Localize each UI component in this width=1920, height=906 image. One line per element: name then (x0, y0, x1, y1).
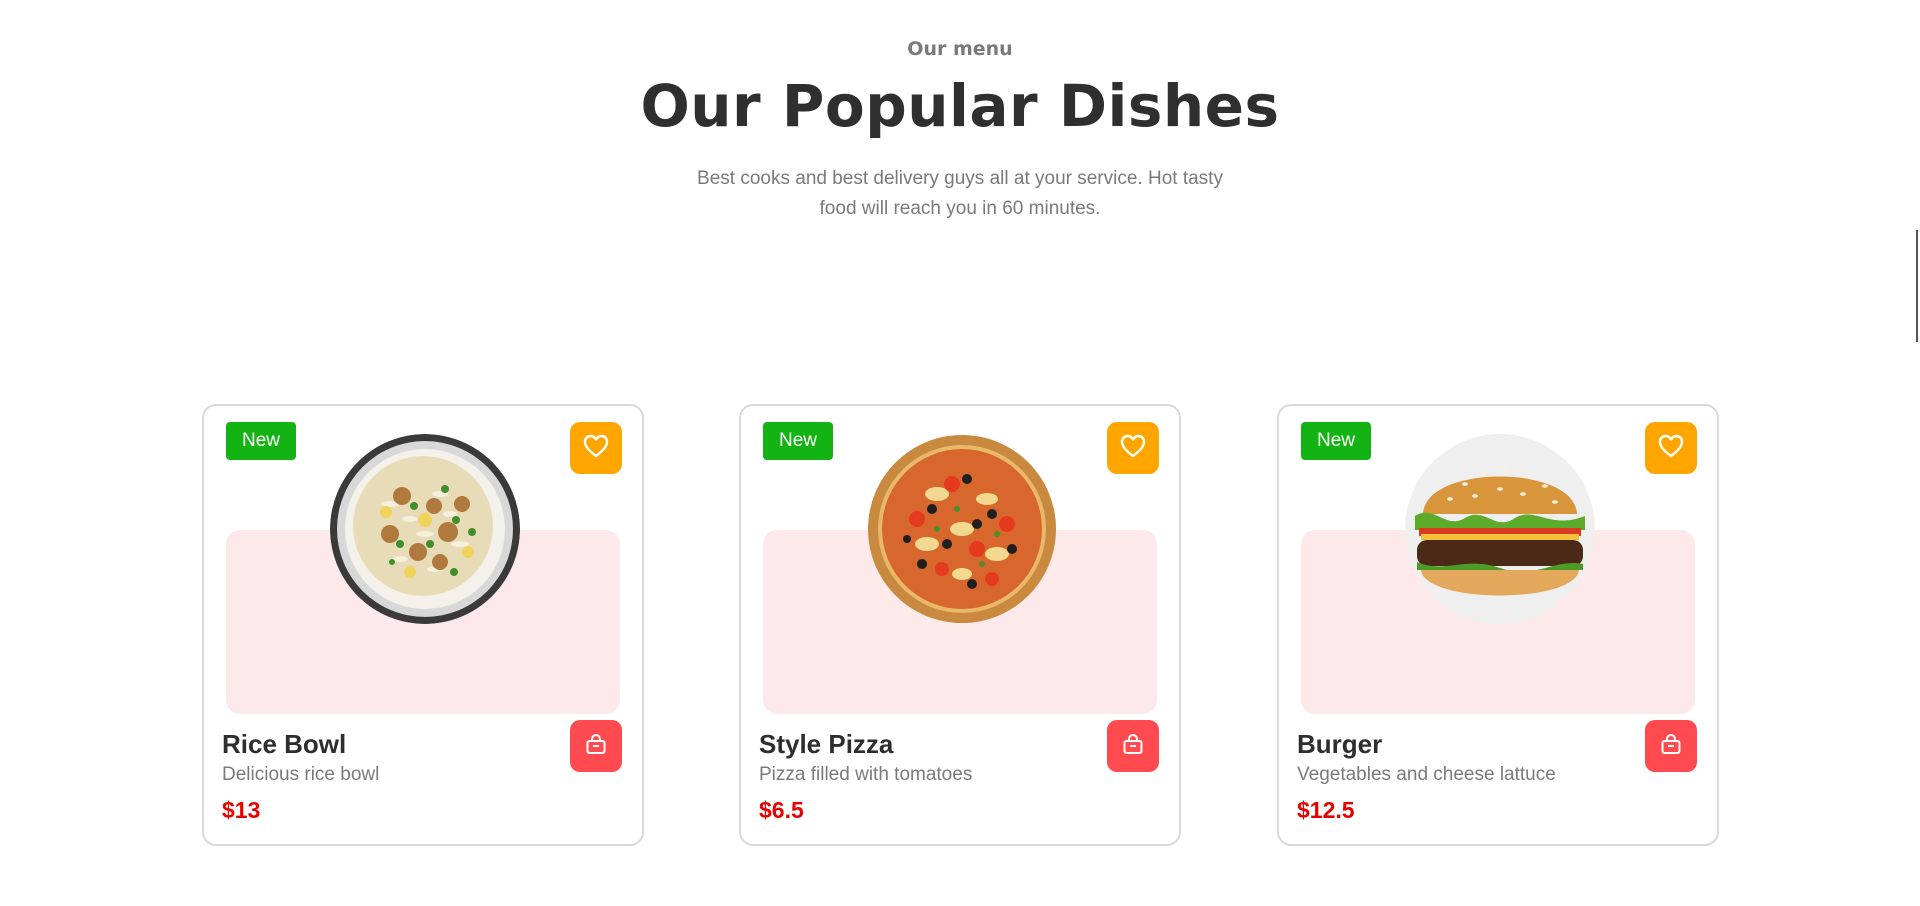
heart-icon (583, 434, 609, 463)
favorite-button[interactable] (570, 422, 622, 474)
section-eyebrow: Our menu (907, 38, 1013, 60)
section-title: Our Popular Dishes (640, 72, 1280, 140)
pizza-image (867, 434, 1057, 624)
new-badge: New (226, 422, 296, 460)
shopping-bag-icon (1121, 732, 1145, 761)
new-badge: New (1301, 422, 1371, 460)
shopping-bag-icon (584, 732, 608, 761)
page: Our menu Our Popular Dishes Best cooks a… (0, 0, 1920, 906)
dish-card-rice-bowl[interactable]: New Rice Bowl Delicious rice bowl $13 (202, 404, 644, 846)
dish-cards: New Rice Bowl Delicious rice bowl $13 Ne… (202, 404, 1719, 846)
dish-price: $6.5 (759, 797, 804, 823)
rice-bowl-image (330, 434, 520, 624)
dish-description: Vegetables and cheese lattuce (1297, 764, 1556, 785)
shopping-bag-icon (1659, 732, 1683, 761)
dish-card-burger[interactable]: New Burger Vegetables and cheese lattuce… (1277, 404, 1719, 846)
scrollbar-thumb[interactable] (1916, 230, 1918, 342)
dish-description: Delicious rice bowl (222, 764, 380, 785)
heart-icon (1658, 434, 1684, 463)
heart-icon (1120, 434, 1146, 463)
add-to-cart-button[interactable] (570, 720, 622, 772)
section-subtitle: Best cooks and best delivery guys all at… (697, 168, 1223, 219)
dish-card-style-pizza[interactable]: New Style Pizza Pizza filled with tomato… (739, 404, 1181, 846)
burger-image (1405, 434, 1595, 624)
favorite-button[interactable] (1645, 422, 1697, 474)
favorite-button[interactable] (1107, 422, 1159, 474)
add-to-cart-button[interactable] (1107, 720, 1159, 772)
dish-price: $12.5 (1297, 797, 1355, 823)
dish-name: Rice Bowl (222, 729, 347, 759)
add-to-cart-button[interactable] (1645, 720, 1697, 772)
dish-name: Burger (1297, 729, 1383, 759)
new-badge: New (763, 422, 833, 460)
dish-name: Style Pizza (759, 729, 894, 759)
dish-description: Pizza filled with tomatoes (759, 764, 973, 785)
dish-price: $13 (222, 797, 261, 823)
